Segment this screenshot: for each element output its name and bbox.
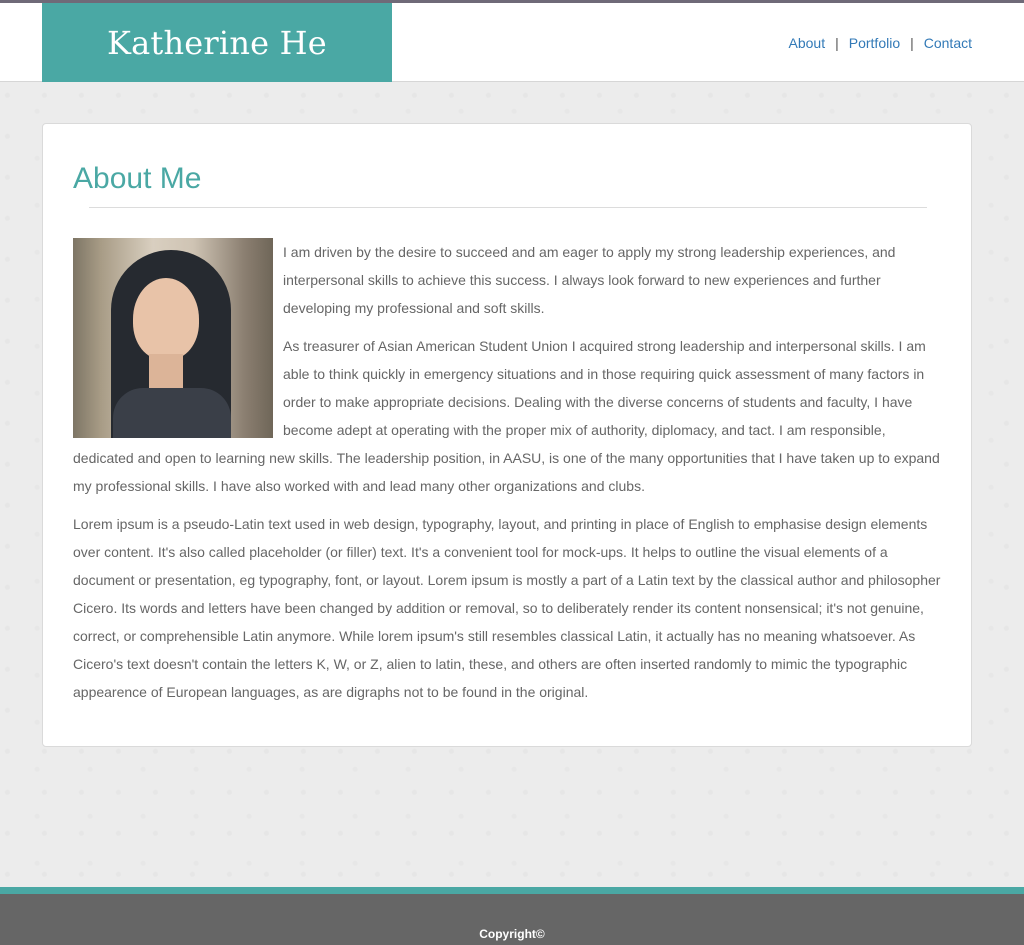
about-card: About Me I am driven by the desire to su… bbox=[42, 123, 972, 747]
site-footer: Copyright© bbox=[0, 894, 1024, 945]
copyright-text: Copyright© bbox=[479, 927, 545, 941]
about-content: I am driven by the desire to succeed and… bbox=[73, 238, 943, 716]
brand-block[interactable]: Katherine He bbox=[42, 3, 392, 82]
nav-link-about[interactable]: About bbox=[789, 35, 826, 51]
site-header: Katherine He About | Portfolio | Contact bbox=[0, 3, 1024, 82]
about-paragraph-3: Lorem ipsum is a pseudo-Latin text used … bbox=[73, 516, 941, 700]
main-nav: About | Portfolio | Contact bbox=[789, 35, 972, 51]
nav-link-contact[interactable]: Contact bbox=[924, 35, 972, 51]
footer-accent-bar bbox=[0, 887, 1024, 894]
nav-link-portfolio[interactable]: Portfolio bbox=[849, 35, 900, 51]
site-title[interactable]: Katherine He bbox=[107, 24, 327, 62]
photo-face bbox=[133, 278, 199, 360]
nav-separator: | bbox=[835, 35, 839, 51]
page-title: About Me bbox=[73, 162, 202, 195]
profile-photo bbox=[73, 238, 273, 438]
nav-separator: | bbox=[910, 35, 914, 51]
photo-shirt bbox=[113, 388, 231, 438]
title-divider bbox=[89, 207, 927, 208]
